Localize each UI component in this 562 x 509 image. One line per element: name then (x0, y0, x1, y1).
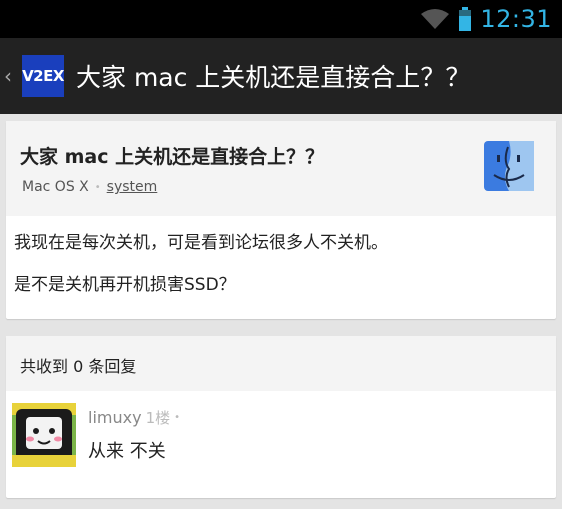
status-time: 12:31 (480, 5, 552, 33)
action-bar-title: 大家 mac 上关机还是直接合上？？ (76, 63, 471, 92)
meta-separator: • (94, 181, 101, 193)
topic-body-paragraph: 是不是关机再开机损害SSD？ (14, 275, 236, 295)
author-link[interactable]: system (107, 179, 158, 195)
topic-title: 大家 mac 上关机还是直接合上？？ (20, 146, 325, 168)
replies-header: 共收到 0 条回复 (6, 336, 556, 391)
node-name[interactable]: Mac OS X (22, 179, 89, 195)
reply-meta: limuxy 1楼 • (88, 407, 180, 428)
topic-header: 大家 mac 上关机还是直接合上？？ Mac OS X • system (6, 121, 556, 216)
topic-card: 大家 mac 上关机还是直接合上？？ Mac OS X • system 我现在… (6, 121, 556, 319)
status-icons: 12:31 (420, 4, 552, 34)
status-bar: 12:31 (0, 0, 562, 38)
topic-body-paragraph: 我现在是每次关机，可是看到论坛很多人不关机。 (14, 233, 388, 253)
reply-floor: 1楼 (145, 409, 171, 427)
replies-count: 共收到 0 条回复 (20, 357, 137, 376)
back-caret-icon[interactable]: ‹ (4, 66, 18, 86)
v2ex-logo[interactable]: V2EX (22, 55, 64, 97)
mac-finder-icon[interactable] (482, 139, 536, 193)
action-bar: ‹ V2EX 大家 mac 上关机还是直接合上？？ (0, 38, 562, 114)
replies-card: 共收到 0 条回复 limuxy 1楼 • 从来 不关 (6, 336, 556, 498)
topic-body: 我现在是每次关机，可是看到论坛很多人不关机。 是不是关机再开机损害SSD？ (14, 231, 388, 315)
reply-username[interactable]: limuxy (88, 408, 142, 427)
reply-content: 从来 不关 (88, 441, 166, 462)
topic-meta: Mac OS X • system (22, 179, 157, 195)
battery-icon (459, 7, 472, 31)
reply-item[interactable]: limuxy 1楼 • 从来 不关 (6, 391, 556, 491)
wifi-icon (421, 9, 450, 29)
avatar-icon[interactable] (12, 403, 76, 467)
meta-separator: • (174, 412, 181, 423)
